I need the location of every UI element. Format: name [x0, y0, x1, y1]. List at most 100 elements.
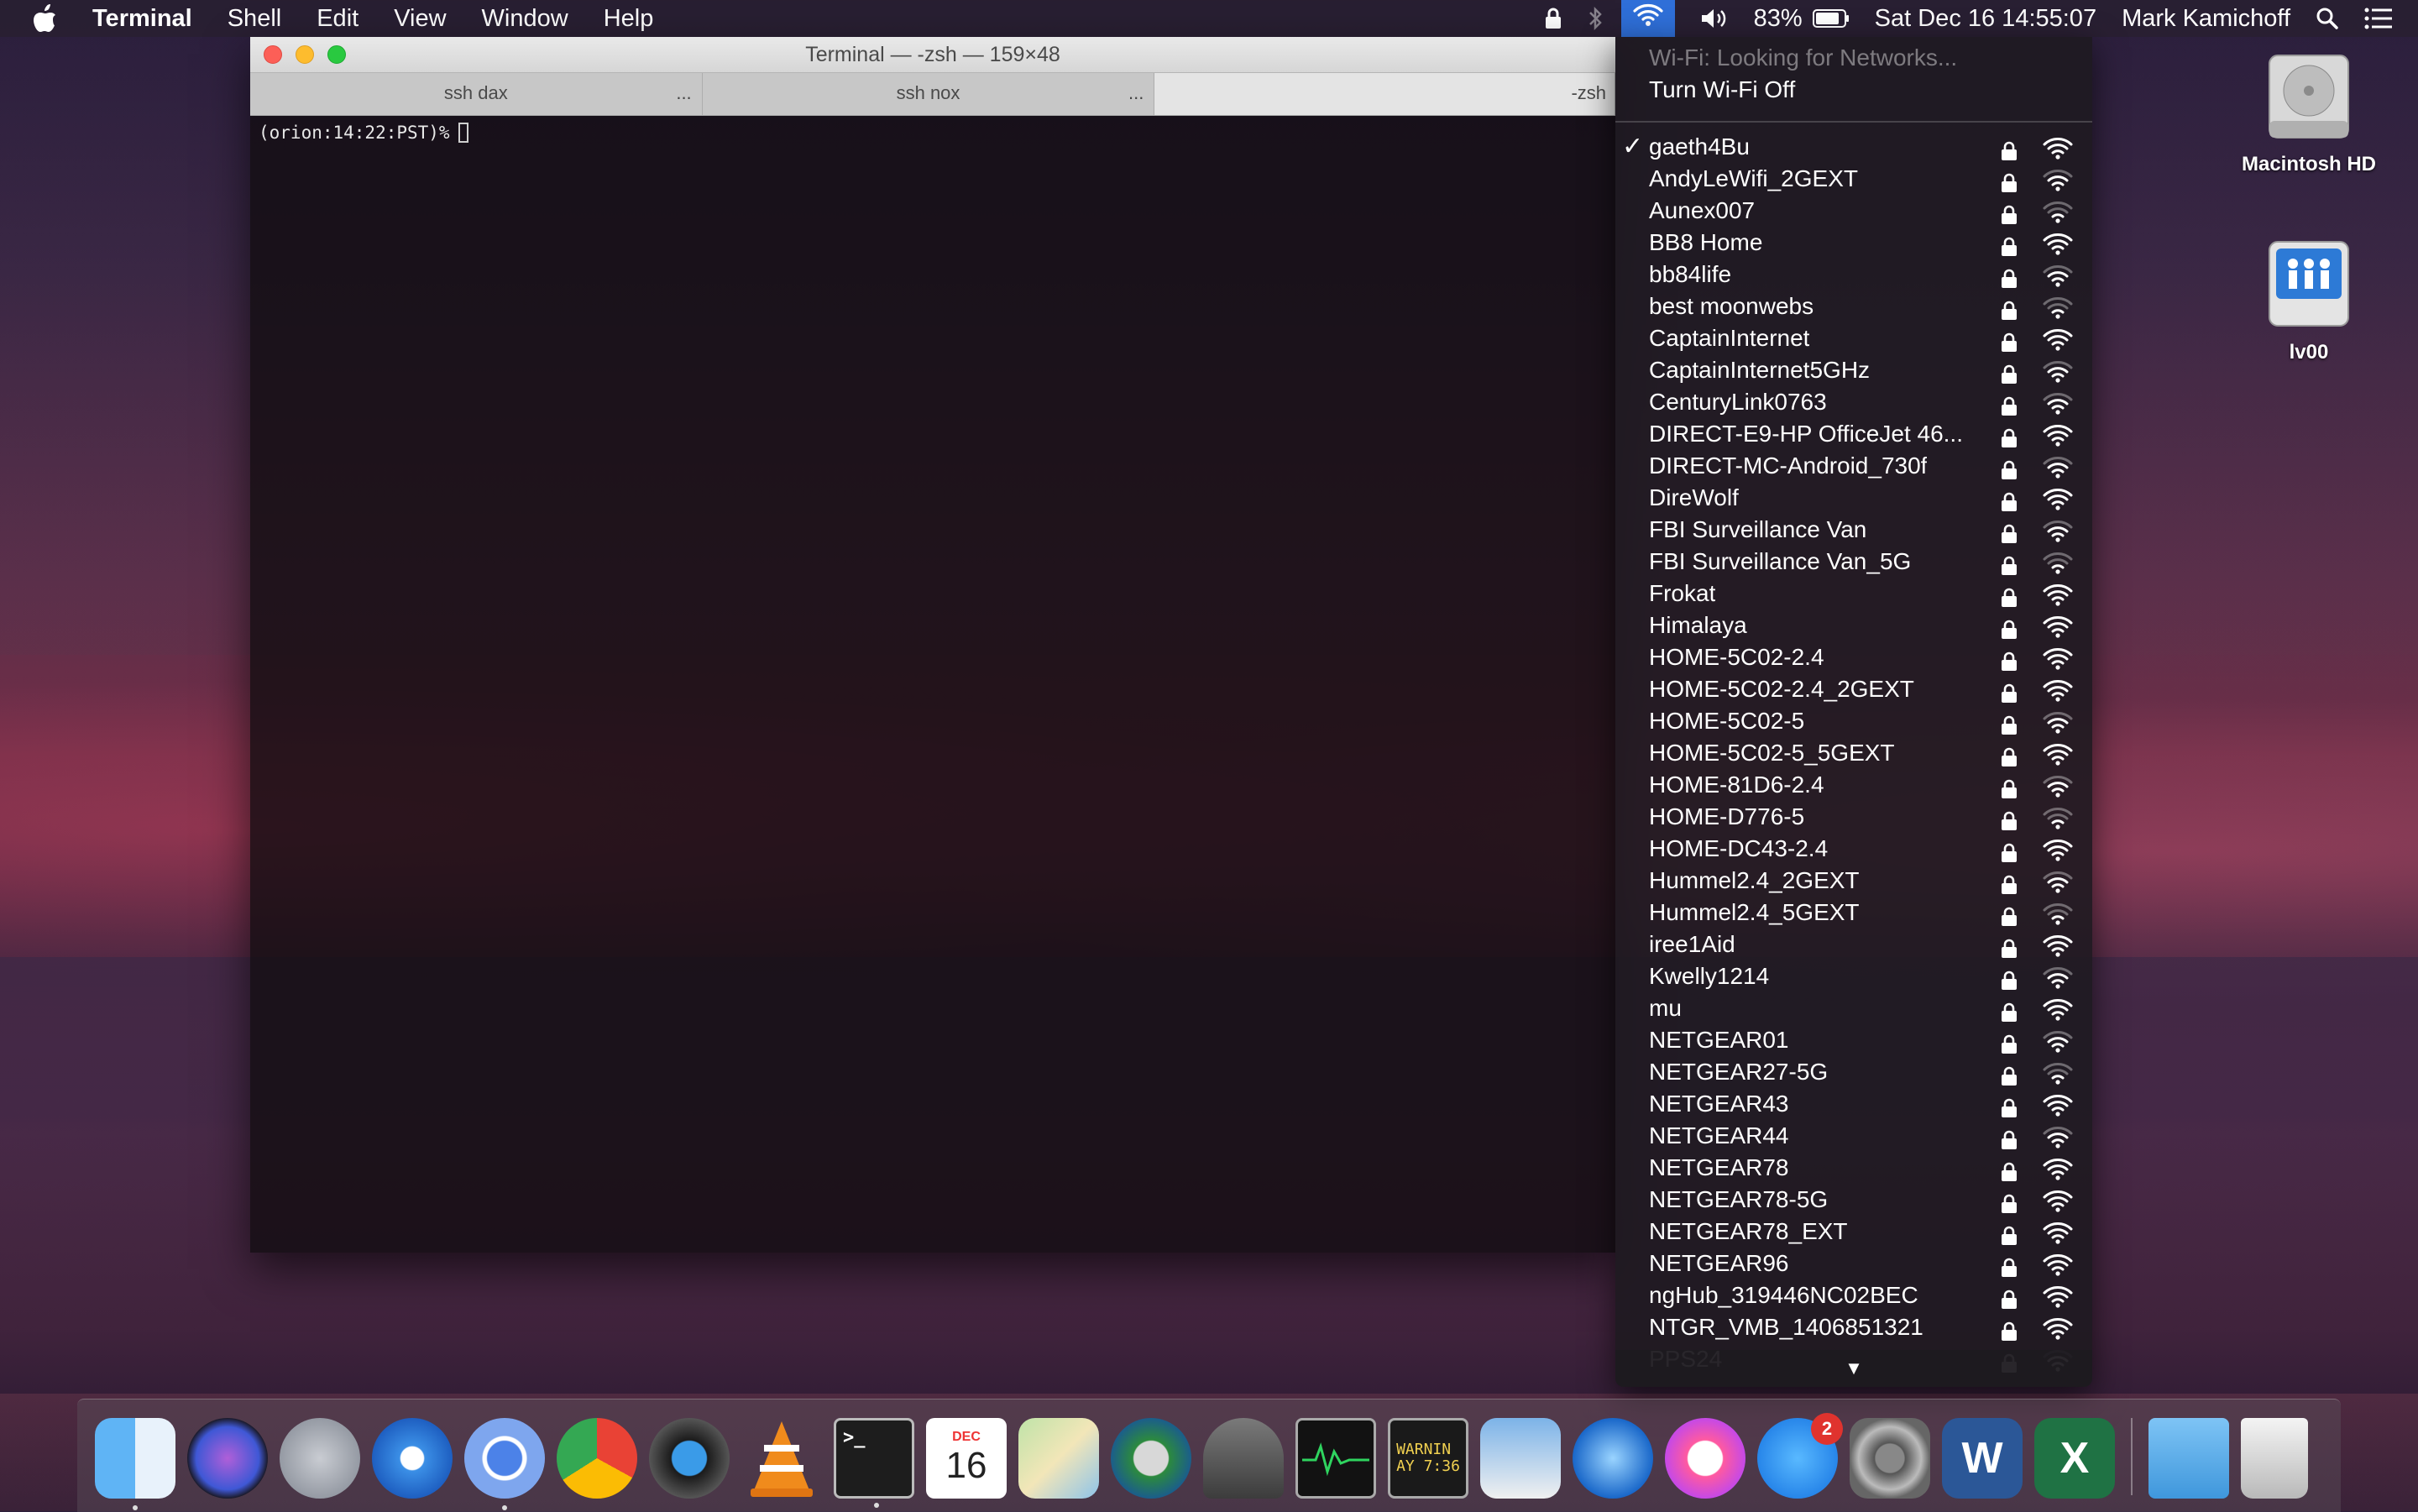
launchpad-icon[interactable] — [280, 1418, 360, 1499]
menu-shell[interactable]: Shell — [228, 5, 282, 33]
tab-bar: ssh dax ... ssh nox ... -zsh — [250, 72, 1616, 116]
wifi-network-item[interactable]: NETGEAR43 — [1615, 1088, 2092, 1120]
downloads-folder-icon[interactable] — [2148, 1418, 2229, 1499]
notification-center-icon[interactable] — [2364, 8, 2393, 29]
terminal-window[interactable]: Terminal — -zsh — 159×48 ssh dax ... ssh… — [250, 37, 1616, 1253]
wifi-network-item[interactable]: NTGR_VMB_1406851321 — [1615, 1311, 2092, 1343]
desktop-icon-lv00[interactable]: lv00 — [2225, 238, 2393, 364]
tab-ssh-dax[interactable]: ssh dax ... — [250, 73, 703, 115]
wifi-network-item[interactable]: mu — [1615, 992, 2092, 1024]
wifi-network-item[interactable]: Hummel2.4_2GEXT — [1615, 865, 2092, 897]
spotlight-search-icon[interactable] — [2316, 7, 2339, 30]
wifi-network-item[interactable]: ✓ gaeth4Bu — [1615, 131, 2092, 163]
turn-wifi-off-item[interactable]: Turn Wi-Fi Off — [1615, 74, 2092, 106]
terminal-titlebar[interactable]: Terminal — -zsh — 159×48 — [250, 37, 1615, 72]
wifi-network-item[interactable]: NETGEAR44 — [1615, 1120, 2092, 1152]
wifi-network-item[interactable]: AndyLeWifi_2GEXT — [1615, 163, 2092, 195]
calendar-day: 16 — [945, 1445, 987, 1486]
maps-icon[interactable] — [1018, 1418, 1099, 1499]
wifi-network-item[interactable]: Frokat — [1615, 578, 2092, 610]
wifi-network-item[interactable]: NETGEAR78 — [1615, 1152, 2092, 1184]
wifi-network-item[interactable]: HOME-5C02-5_5GEXT — [1615, 737, 2092, 769]
wifi-network-item[interactable]: NETGEAR01 — [1615, 1024, 2092, 1056]
wifi-network-item[interactable]: CaptainInternet — [1615, 322, 2092, 354]
trash-icon[interactable] — [2241, 1418, 2308, 1499]
wifi-network-item[interactable]: DIRECT-MC-Android_730f — [1615, 450, 2092, 482]
wifi-network-item[interactable]: DireWolf — [1615, 482, 2092, 514]
zoom-button[interactable] — [327, 45, 346, 64]
wifi-network-item[interactable]: CenturyLink0763 — [1615, 386, 2092, 418]
wifi-menu-button[interactable] — [1620, 0, 1675, 37]
wifi-icon — [1633, 3, 1663, 34]
scroll-down-arrow-icon[interactable]: ▼ — [1615, 1350, 2092, 1387]
menu-window[interactable]: Window — [482, 5, 568, 33]
clock[interactable]: Sat Dec 16 14:55:07 — [1875, 5, 2096, 33]
wifi-network-item[interactable]: iree1Aid — [1615, 929, 2092, 960]
console-icon[interactable]: WARNIN AY 7:36 — [1388, 1418, 1468, 1499]
chromium-icon[interactable] — [464, 1418, 545, 1510]
tab-overflow: ... — [1128, 82, 1144, 103]
terminal-content[interactable]: (orion:14:22:PST)% — [250, 116, 1615, 149]
wifi-network-item[interactable]: NETGEAR78-5G — [1615, 1184, 2092, 1216]
volume-icon[interactable] — [1700, 7, 1729, 30]
wifi-network-name: DireWolf — [1649, 484, 1739, 510]
finder-icon[interactable] — [95, 1418, 175, 1510]
lock-status-icon[interactable] — [1544, 7, 1562, 30]
tab-ssh-nox[interactable]: ssh nox ... — [702, 73, 1155, 115]
wifi-network-item[interactable]: HOME-DC43-2.4 — [1615, 833, 2092, 865]
wifi-network-item[interactable]: FBI Surveillance Van — [1615, 514, 2092, 546]
battery-icon[interactable] — [1812, 8, 1850, 29]
itunes-icon[interactable] — [1665, 1418, 1745, 1499]
word-icon[interactable]: W — [1942, 1418, 2023, 1499]
wifi-network-item[interactable]: HOME-81D6-2.4 — [1615, 769, 2092, 801]
wifi-network-item[interactable]: best moonwebs — [1615, 290, 2092, 322]
wifi-network-item[interactable]: ngHub_319446NC02BEC — [1615, 1279, 2092, 1311]
wifi-network-item[interactable]: DIRECT-E9-HP OfficeJet 46... — [1615, 418, 2092, 450]
wifi-network-item[interactable]: Aunex007 — [1615, 195, 2092, 227]
menu-help[interactable]: Help — [604, 5, 654, 33]
wifi-network-item[interactable]: HOME-5C02-2.4 — [1615, 641, 2092, 673]
xquartz-icon[interactable] — [1573, 1418, 1653, 1499]
wifi-network-item[interactable]: BB8 Home — [1615, 227, 2092, 259]
desktop-icon-macintosh-hd[interactable]: Macintosh HD — [2225, 50, 2393, 176]
network-utility-icon[interactable] — [1111, 1418, 1191, 1499]
close-button[interactable] — [264, 45, 282, 64]
wifi-network-item[interactable]: FBI Surveillance Van_5G — [1615, 546, 2092, 578]
wifi-network-item[interactable]: bb84life — [1615, 259, 2092, 290]
wifi-network-item[interactable]: Hummel2.4_5GEXT — [1615, 897, 2092, 929]
wifi-network-name: mu — [1649, 995, 1682, 1021]
calendar-month: DEC — [952, 1430, 981, 1444]
system-preferences-icon[interactable] — [1850, 1418, 1930, 1499]
safari-icon[interactable] — [372, 1418, 453, 1499]
app-store-icon[interactable]: 2 — [1757, 1413, 1843, 1499]
menu-app-name[interactable]: Terminal — [92, 5, 192, 33]
wifi-network-item[interactable]: HOME-5C02-5 — [1615, 705, 2092, 737]
excel-icon[interactable]: X — [2034, 1418, 2115, 1499]
wifi-network-item[interactable]: Kwelly1214 — [1615, 960, 2092, 992]
preview-icon[interactable] — [1480, 1418, 1561, 1499]
tab-zsh[interactable]: -zsh — [1154, 73, 1616, 115]
wifi-network-item[interactable]: NETGEAR27-5G — [1615, 1056, 2092, 1088]
battery-percent[interactable]: 83% — [1754, 5, 1803, 33]
user-menu[interactable]: Mark Kamichoff — [2122, 5, 2290, 33]
wifi-network-item[interactable]: HOME-5C02-2.4_2GEXT — [1615, 673, 2092, 705]
apple-menu-icon[interactable] — [30, 3, 60, 34]
vlc-icon[interactable] — [741, 1418, 822, 1499]
activity-monitor-icon[interactable] — [1295, 1418, 1376, 1499]
wifi-network-item[interactable]: HOME-D776-5 — [1615, 801, 2092, 833]
menu-view[interactable]: View — [394, 5, 446, 33]
siri-icon[interactable] — [187, 1418, 268, 1499]
quicktime-icon[interactable] — [649, 1418, 730, 1499]
menu-edit[interactable]: Edit — [317, 5, 359, 33]
terminal-icon[interactable]: >_ — [834, 1418, 914, 1508]
wifi-network-item[interactable]: CaptainInternet5GHz — [1615, 354, 2092, 386]
wifi-network-item[interactable]: NETGEAR96 — [1615, 1248, 2092, 1279]
wifi-network-item[interactable]: NETGEAR78_EXT — [1615, 1216, 2092, 1248]
bluetooth-icon[interactable] — [1588, 6, 1603, 31]
minimize-button[interactable] — [296, 45, 314, 64]
tunnelblick-icon[interactable] — [1203, 1418, 1284, 1499]
calendar-icon[interactable]: DEC 16 — [926, 1418, 1007, 1499]
wifi-network-item[interactable]: Himalaya — [1615, 610, 2092, 641]
wifi-network-name: Hummel2.4_2GEXT — [1649, 867, 1860, 893]
chrome-icon[interactable] — [557, 1418, 637, 1499]
